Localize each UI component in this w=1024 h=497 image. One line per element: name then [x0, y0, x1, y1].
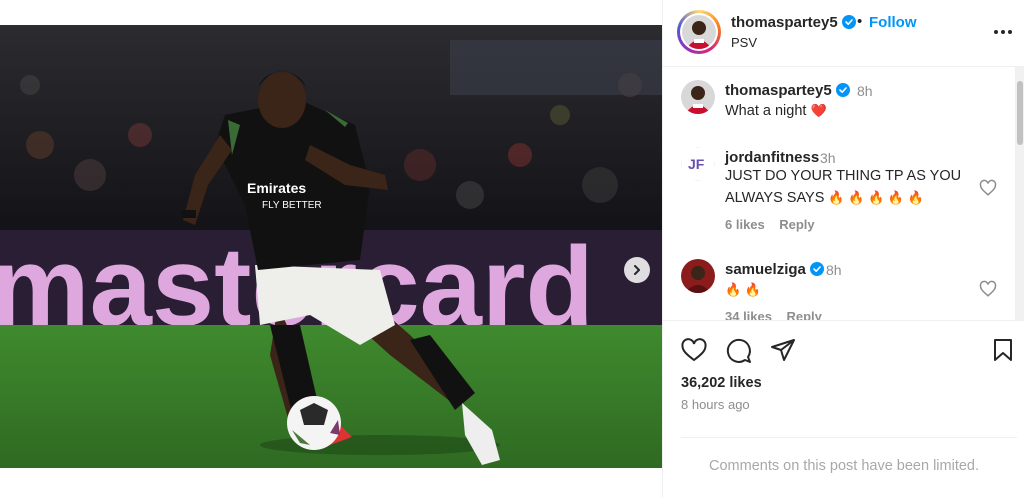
actions-divider: [663, 320, 1024, 322]
instagram-post: mastercard Emir: [0, 0, 1024, 497]
avatar-image: [681, 259, 715, 293]
comments-list[interactable]: thomaspartey5 8h What a night ❤️ JF jord…: [663, 67, 1015, 320]
caption-time[interactable]: 8h: [857, 83, 873, 99]
comment-username[interactable]: jordanfitness: [725, 149, 819, 166]
comments-limited-notice: Comments on this post have been limited.: [709, 458, 979, 474]
caption-avatar[interactable]: [681, 80, 715, 114]
share-icon[interactable]: [770, 338, 796, 362]
comment-time[interactable]: 3h: [820, 150, 836, 166]
comments-divider: [681, 437, 1017, 438]
bookmark-icon[interactable]: [992, 338, 1014, 362]
author-username-row: thomaspartey5: [731, 14, 856, 31]
comment-meta: 34 likes Reply: [725, 309, 822, 320]
verified-icon: [835, 83, 850, 97]
comment-likes[interactable]: 34 likes: [725, 309, 772, 320]
caption-username[interactable]: thomaspartey5: [725, 82, 832, 99]
comment-avatar[interactable]: JF: [681, 147, 715, 181]
post-timestamp[interactable]: 8 hours ago: [681, 397, 750, 412]
svg-text:JF: JF: [688, 156, 705, 172]
caption-text: What a night ❤️: [725, 100, 827, 122]
chevron-right-icon: [634, 265, 640, 275]
soccer-ball: [287, 396, 341, 450]
heart-icon[interactable]: [979, 280, 997, 298]
comment-likes[interactable]: 6 likes: [725, 217, 765, 232]
post-location[interactable]: PSV: [731, 35, 757, 50]
caption-body: What a night: [725, 103, 811, 119]
author-username[interactable]: thomaspartey5: [731, 14, 838, 31]
comment-text: JUST DO YOUR THING TP AS YOU ALWAYS SAYS…: [725, 166, 965, 209]
follow-button[interactable]: Follow: [869, 14, 917, 31]
comment-time[interactable]: 8h: [826, 262, 842, 278]
fire-emojis: 🔥 🔥: [725, 282, 761, 297]
svg-text:Emirates: Emirates: [247, 180, 306, 196]
caption-username-row: thomaspartey5: [725, 82, 850, 99]
next-media-button[interactable]: [624, 257, 650, 283]
post-header: thomaspartey5 • Follow PSV: [663, 0, 1024, 67]
comment-text: 🔥 🔥: [725, 279, 761, 301]
heart-emoji: ❤️: [810, 103, 827, 118]
separator-dot: •: [857, 13, 863, 30]
heart-icon[interactable]: [681, 338, 707, 362]
post-side-panel: thomaspartey5 • Follow PSV thomaspartey5: [662, 0, 1024, 497]
comment-avatar[interactable]: [681, 259, 715, 293]
verified-icon: [841, 15, 856, 29]
reply-button[interactable]: Reply: [786, 309, 821, 320]
comment-username[interactable]: samuelziga: [725, 261, 806, 278]
avatar-image: JF: [681, 147, 715, 181]
scrollbar-thumb[interactable]: [1017, 81, 1023, 145]
more-icon[interactable]: [993, 22, 1013, 42]
heart-icon[interactable]: [979, 179, 997, 197]
reply-button[interactable]: Reply: [779, 217, 814, 232]
likes-count[interactable]: 36,202 likes: [681, 375, 762, 391]
comment-meta: 6 likes Reply: [725, 217, 815, 232]
verified-icon: [809, 262, 824, 276]
comment-username-row: samuelziga: [725, 261, 824, 278]
avatar-image: [682, 15, 716, 49]
comments-scrollbar[interactable]: [1015, 67, 1024, 320]
svg-text:FLY BETTER: FLY BETTER: [262, 200, 322, 211]
match-photo: mastercard Emir: [0, 25, 662, 468]
author-avatar[interactable]: [677, 10, 721, 54]
avatar-image: [681, 80, 715, 114]
comment-icon[interactable]: [726, 338, 752, 364]
fire-emojis: 🔥 🔥 🔥 🔥 🔥: [828, 190, 924, 205]
post-image[interactable]: mastercard Emir: [0, 25, 662, 468]
